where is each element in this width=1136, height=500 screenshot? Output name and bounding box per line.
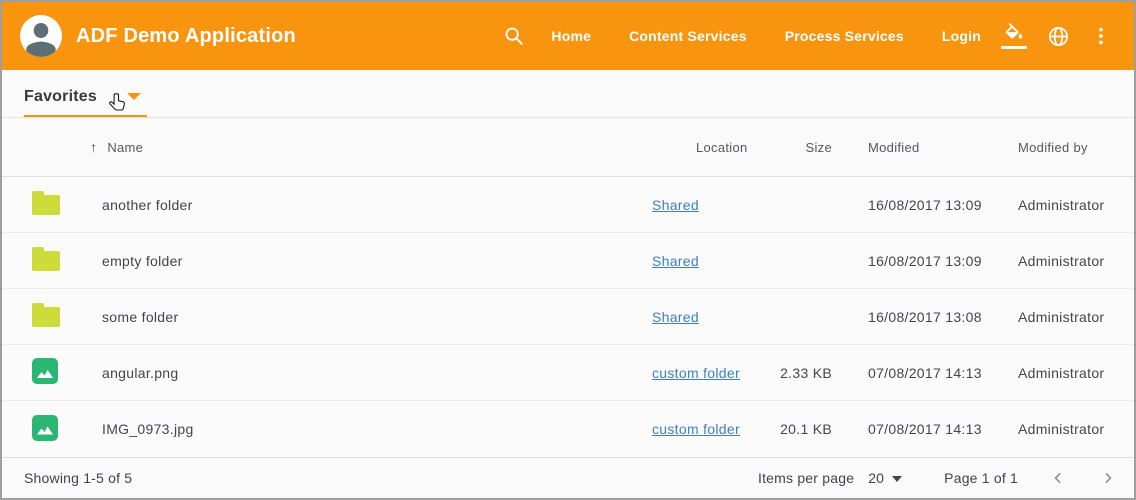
location-link[interactable]: Shared <box>652 253 699 269</box>
column-header-modified[interactable]: Modified <box>840 140 1018 155</box>
app-window: ADF Demo Application Home Content Servic… <box>0 0 1136 500</box>
file-name: some folder <box>102 309 652 325</box>
favorites-label: Favorites <box>24 88 97 106</box>
table-row[interactable]: another folder Shared 16/08/2017 13:09 A… <box>2 177 1134 233</box>
file-name: another folder <box>102 197 652 213</box>
location-link[interactable]: Shared <box>652 197 699 213</box>
folder-icon <box>32 195 60 215</box>
more-menu-icon[interactable] <box>1090 25 1112 47</box>
table-row[interactable]: angular.png custom folder 2.33 KB 07/08/… <box>2 345 1134 401</box>
file-name: angular.png <box>102 365 652 381</box>
column-header-location[interactable]: Location <box>652 140 780 155</box>
modified-date: 16/08/2017 13:08 <box>840 309 1018 325</box>
folder-icon <box>32 251 60 271</box>
paint-bucket-icon <box>1003 23 1025 45</box>
items-per-page-caret-icon <box>892 476 902 482</box>
items-per-page-select[interactable]: Items per page 20 <box>758 470 902 486</box>
modified-by: Administrator <box>1018 421 1134 437</box>
sort-ascending-icon: ↑ <box>90 139 97 155</box>
modified-date: 07/08/2017 14:13 <box>840 365 1018 381</box>
search-icon[interactable] <box>503 25 525 47</box>
globe-icon <box>1047 25 1070 48</box>
image-icon <box>32 415 58 441</box>
view-selector-bar: Favorites <box>2 70 1134 118</box>
column-header-modified-by[interactable]: Modified by <box>1018 140 1134 155</box>
table-header-row: ↑ Name Location Size Modified Modified b… <box>2 118 1134 177</box>
folder-icon <box>32 307 60 327</box>
nav-item-content-services[interactable]: Content Services <box>629 28 747 44</box>
chevron-right-icon <box>1098 468 1118 488</box>
page-count-label: Page 1 of 1 <box>944 470 1018 486</box>
modified-by: Administrator <box>1018 365 1134 381</box>
nav-item-process-services[interactable]: Process Services <box>785 28 904 44</box>
favorites-dropdown[interactable]: Favorites <box>24 88 147 117</box>
modified-date: 16/08/2017 13:09 <box>840 253 1018 269</box>
column-header-name[interactable]: ↑ Name <box>90 139 652 155</box>
modified-date: 16/08/2017 13:09 <box>840 197 1018 213</box>
theme-color-fill-icon[interactable] <box>1001 23 1027 49</box>
language-globe-icon[interactable] <box>1047 25 1070 48</box>
table-row[interactable]: IMG_0973.jpg custom folder 20.1 KB 07/08… <box>2 401 1134 457</box>
showing-count-label: Showing 1-5 of 5 <box>24 470 132 486</box>
header-icon-group <box>981 23 1112 49</box>
main-nav: Home Content Services Process Services L… <box>551 28 981 44</box>
file-name: IMG_0973.jpg <box>102 421 652 437</box>
file-list: another folder Shared 16/08/2017 13:09 A… <box>2 177 1134 457</box>
file-size: 20.1 KB <box>780 421 840 437</box>
image-icon <box>32 358 58 384</box>
items-per-page-value: 20 <box>868 470 884 486</box>
location-link[interactable]: Shared <box>652 309 699 325</box>
nav-item-home[interactable]: Home <box>551 28 591 44</box>
user-avatar-icon <box>21 17 61 57</box>
vertical-dots-icon <box>1090 25 1112 47</box>
nav-item-login[interactable]: Login <box>942 28 981 44</box>
table-row[interactable]: empty folder Shared 16/08/2017 13:09 Adm… <box>2 233 1134 289</box>
app-header: ADF Demo Application Home Content Servic… <box>2 2 1134 70</box>
file-size: 2.33 KB <box>780 365 840 381</box>
modified-by: Administrator <box>1018 253 1134 269</box>
table-row[interactable]: some folder Shared 16/08/2017 13:08 Admi… <box>2 289 1134 345</box>
modified-by: Administrator <box>1018 309 1134 325</box>
modified-by: Administrator <box>1018 197 1134 213</box>
paginator-bar: Showing 1-5 of 5 Items per page 20 Page … <box>2 457 1134 498</box>
modified-date: 07/08/2017 14:13 <box>840 421 1018 437</box>
previous-page-button[interactable] <box>1048 468 1068 488</box>
location-link[interactable]: custom folder <box>652 421 740 437</box>
dropdown-caret-icon <box>127 93 141 100</box>
chevron-left-icon <box>1048 468 1068 488</box>
file-name: empty folder <box>102 253 652 269</box>
app-logo-avatar[interactable] <box>20 15 62 57</box>
theme-color-underline <box>1001 46 1027 49</box>
next-page-button[interactable] <box>1098 468 1118 488</box>
app-title: ADF Demo Application <box>76 25 296 48</box>
location-link[interactable]: custom folder <box>652 365 740 381</box>
column-header-size[interactable]: Size <box>780 140 840 155</box>
items-per-page-label: Items per page <box>758 470 854 486</box>
